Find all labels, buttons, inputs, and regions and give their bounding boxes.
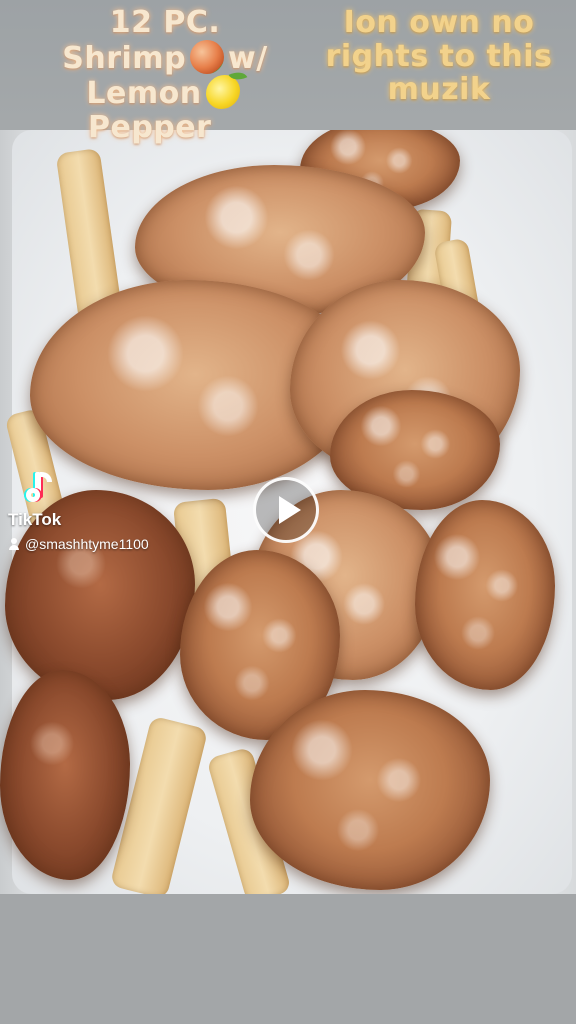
shrimp-emoji-icon bbox=[190, 39, 225, 74]
caption-left-line-4: Pepper bbox=[88, 109, 212, 145]
caption-left-line-1: 12 PC. bbox=[109, 5, 221, 40]
caption-right-line-3: muzik bbox=[387, 72, 491, 108]
caption-right-line-1: Ion own no bbox=[343, 5, 535, 40]
user-icon bbox=[8, 538, 20, 550]
play-button[interactable] bbox=[253, 477, 319, 543]
fried-shrimp bbox=[250, 690, 490, 890]
caption-left-line-2: Shrimp w/ bbox=[20, 39, 310, 76]
caption-left-line-3: Lemon bbox=[20, 75, 310, 111]
tiktok-watermark: TikTok @smashhtyme1100 bbox=[8, 468, 149, 552]
caption-left-line-2-text: Shrimp bbox=[62, 40, 187, 76]
username-row: @smashhtyme1100 bbox=[8, 536, 149, 552]
username-label: @smashhtyme1100 bbox=[25, 536, 149, 552]
tiktok-logo-icon bbox=[26, 468, 60, 508]
video-frame[interactable]: 12 PC. Shrimp w/ Lemon Pepper Ion own no … bbox=[0, 0, 576, 1024]
caption-left-line-2-suffix: w/ bbox=[228, 40, 268, 76]
tiktok-wordmark: TikTok bbox=[8, 510, 62, 529]
caption-right-line-2: rights to this bbox=[325, 38, 553, 74]
caption-right: Ion own no rights to this muzik bbox=[308, 6, 570, 107]
lemon-emoji-icon bbox=[205, 75, 240, 110]
caption-left: 12 PC. Shrimp w/ Lemon Pepper bbox=[20, 6, 310, 144]
fried-shrimp bbox=[415, 500, 555, 690]
caption-left-line-3-text: Lemon bbox=[86, 76, 202, 112]
fried-shrimp bbox=[0, 670, 130, 880]
play-icon bbox=[279, 496, 301, 524]
